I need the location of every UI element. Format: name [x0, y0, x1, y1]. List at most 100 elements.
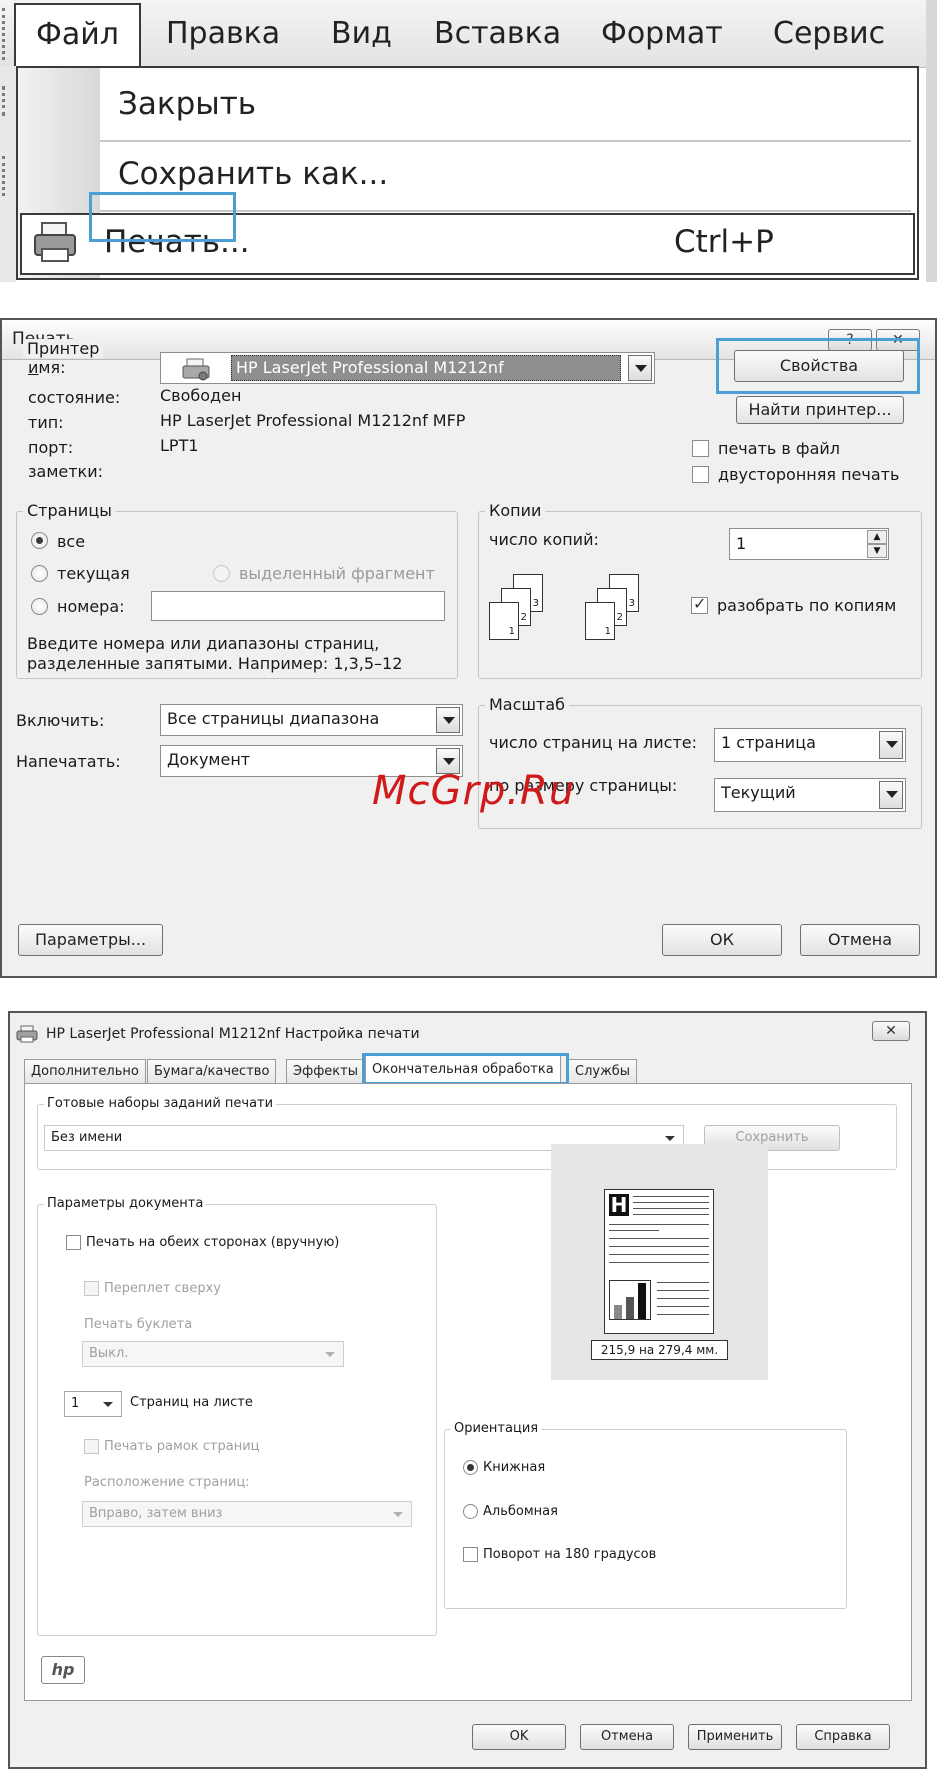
duplex-checkbox[interactable] [692, 466, 709, 483]
pages-per-sheet-select[interactable]: 1 страница [714, 728, 906, 762]
copies-count-stepper[interactable]: 1 ▲ ▼ [729, 528, 889, 560]
include-select[interactable]: Все страницы диапазона [160, 704, 463, 736]
pages-numbers-label: номера: [57, 597, 125, 616]
portrait-radio[interactable] [463, 1460, 478, 1475]
menu-bar: Файл Правка Вид Вставка Формат Сервис [0, 0, 937, 69]
finishing-tab-highlight [362, 1053, 569, 1085]
printer-status-label: состояние: [28, 388, 121, 407]
hp-logo: hp [41, 1656, 85, 1684]
menu-insert[interactable]: Вставка [434, 16, 561, 51]
window-edge [926, 0, 937, 282]
include-label: Включить: [16, 711, 105, 730]
printing-preferences-dialog: HP LaserJet Professional M1212nf Настрой… [8, 1011, 927, 1769]
cancel-button[interactable]: Отмена [580, 1724, 674, 1750]
chevron-down-icon [665, 1136, 675, 1141]
landscape-radio[interactable] [463, 1504, 478, 1519]
menu-file[interactable]: Файл [14, 3, 141, 69]
file-dropdown: Закрыть Сохранить как... Печать... Ctrl+… [16, 66, 919, 280]
printer-port-label: порт: [28, 438, 74, 457]
flip-top-checkbox [84, 1281, 99, 1296]
collate-label: разобрать по копиям [717, 596, 897, 615]
chevron-down-icon[interactable] [628, 355, 652, 381]
pages-per-sheet-value: 1 страница [721, 733, 816, 752]
menu-tools[interactable]: Сервис [773, 16, 885, 51]
fit-to-page-value: Текущий [721, 783, 796, 802]
pages-all-radio[interactable] [31, 532, 48, 549]
tab-paper-quality[interactable]: Бумага/качество [147, 1059, 277, 1083]
close-button[interactable]: ✕ [872, 1021, 910, 1041]
print-what-label: Напечатать: [16, 752, 121, 771]
ok-button[interactable]: ОК [662, 924, 782, 956]
toolbar-grip [2, 86, 8, 116]
chevron-up-icon[interactable]: ▲ [867, 530, 887, 544]
menu-edit[interactable]: Правка [166, 16, 280, 51]
rotate-checkbox[interactable] [463, 1547, 478, 1562]
manual-duplex-label: Печать на обеих сторонах (вручную) [86, 1235, 340, 1250]
find-printer-button[interactable]: Найти принтер... [736, 396, 904, 424]
finishing-tab-panel: Готовые наборы заданий печати Без имени … [24, 1083, 912, 1701]
pages-per-sheet-label: число страниц на листе: [489, 733, 697, 752]
printer-name-select[interactable]: HP LaserJet Professional M1212nf [160, 352, 655, 384]
left-toolbar-strip [0, 66, 16, 282]
pages-numbers-input[interactable] [151, 591, 445, 621]
preview-heading-letter: H [609, 1193, 629, 1217]
properties-highlight [716, 338, 920, 394]
presets-legend: Готовые наборы заданий печати [44, 1096, 277, 1111]
portrait-label: Книжная [483, 1460, 546, 1475]
printer-icon [182, 358, 210, 381]
toolbar-grip [2, 8, 8, 60]
page-order-value: Вправо, затем вниз [89, 1506, 223, 1521]
cancel-button[interactable]: Отмена [800, 924, 920, 956]
print-to-file-label: печать в файл [718, 439, 841, 458]
menu-view[interactable]: Вид [331, 16, 392, 51]
copies-legend: Копии [485, 501, 546, 520]
collate-page-icon: 1 [585, 602, 615, 640]
chevron-down-icon[interactable]: ▼ [867, 544, 887, 558]
pages-hint-line2: разделенные запятыми. Например: 1,3,5–12 [27, 654, 403, 673]
pages-per-sheet-value: 1 [71, 1396, 80, 1411]
pages-all-label: все [57, 532, 86, 551]
ok-button[interactable]: OK [472, 1724, 566, 1750]
chevron-down-icon[interactable] [879, 731, 903, 759]
pages-per-sheet-label: Страниц на листе [130, 1395, 253, 1410]
apply-button[interactable]: Применить [688, 1724, 782, 1750]
toolbar-grip [2, 156, 8, 196]
tab-advanced[interactable]: Дополнительно [24, 1059, 146, 1083]
duplex-label: двусторонняя печать [718, 465, 900, 484]
print-to-file-checkbox[interactable] [692, 440, 709, 457]
options-button[interactable]: Параметры... [18, 924, 163, 956]
collate-checkbox[interactable] [691, 594, 708, 614]
tab-services[interactable]: Службы [568, 1059, 638, 1083]
paper-size-label: 215,9 на 279,4 мм. [591, 1340, 728, 1360]
pages-per-sheet-select[interactable]: 1 [64, 1391, 122, 1417]
booklet-value: Выкл. [89, 1346, 129, 1361]
pages-group: Страницы все текущая выделенный фрагмент… [16, 501, 458, 679]
pages-legend: Страницы [23, 501, 116, 520]
chevron-down-icon[interactable] [436, 707, 460, 733]
help-button[interactable]: Справка [796, 1724, 890, 1750]
close-icon: ✕ [885, 1023, 897, 1039]
printer-status-value: Свободен [160, 386, 242, 405]
page-order-label: Расположение страниц: [84, 1475, 250, 1490]
menu-save-as[interactable]: Сохранить как... [118, 156, 388, 192]
menu-format[interactable]: Формат [601, 16, 723, 51]
chevron-down-icon[interactable] [879, 781, 903, 809]
pages-current-radio[interactable] [31, 565, 48, 582]
document-options-group: Параметры документа Печать на обеих стор… [37, 1196, 437, 1636]
printer-port-value: LPT1 [160, 436, 199, 455]
watermark: McGrp.Ru [372, 768, 576, 814]
manual-duplex-checkbox[interactable] [66, 1235, 81, 1250]
preview-document: H [604, 1189, 714, 1334]
menu-close[interactable]: Закрыть [118, 86, 256, 122]
tab-effects[interactable]: Эффекты [286, 1059, 365, 1083]
copies-count-label: число копий: [489, 530, 599, 549]
page-order-select: Вправо, затем вниз [82, 1501, 412, 1527]
print-what-value: Документ [167, 750, 251, 769]
printer-type-label: тип: [28, 413, 64, 432]
printer-type-value: HP LaserJet Professional M1212nf MFP [160, 411, 466, 430]
pages-numbers-radio[interactable] [31, 598, 48, 615]
fit-to-page-select[interactable]: Текущий [714, 778, 906, 812]
menu-print-shortcut: Ctrl+P [674, 224, 774, 260]
page-borders-checkbox [84, 1439, 99, 1454]
printer-icon [34, 222, 76, 262]
